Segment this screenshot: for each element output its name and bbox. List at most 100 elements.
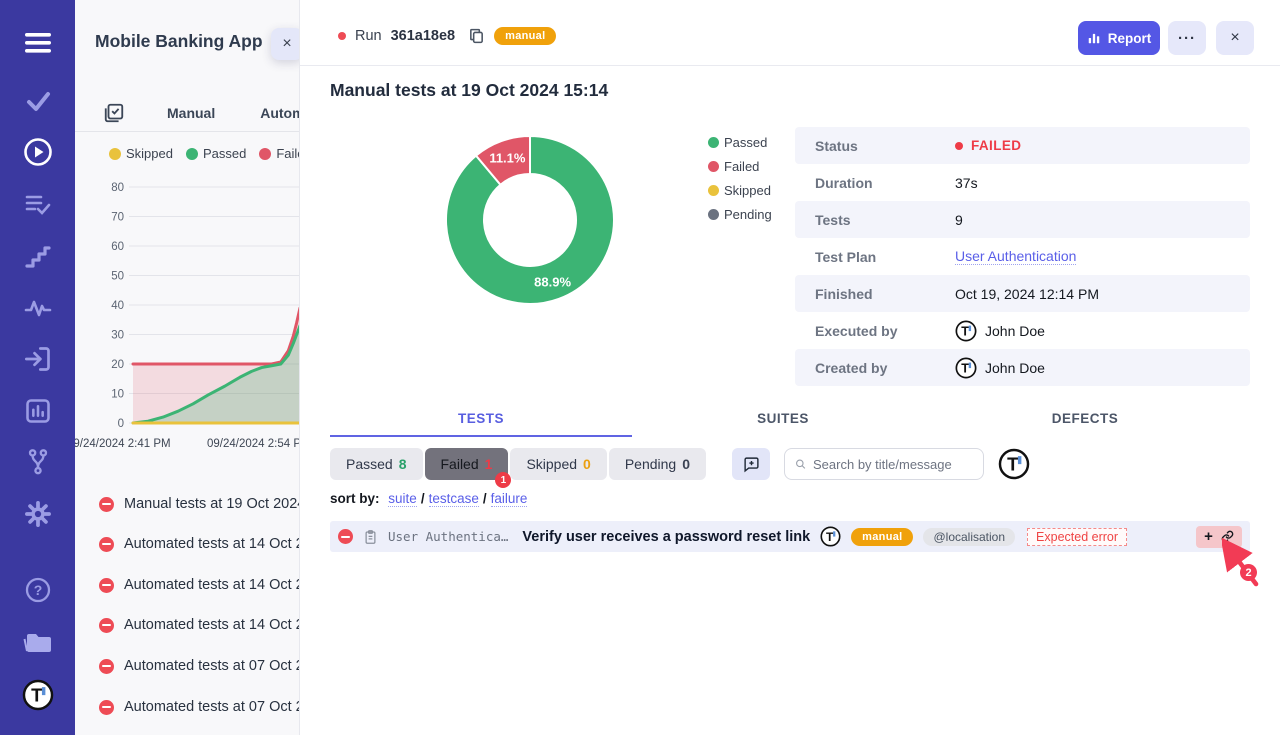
filter-bar: Passed8 Failed11 Skipped0 Pending0 T xyxy=(330,448,1030,480)
run-label: Run xyxy=(355,28,382,44)
test-type-badge: manual xyxy=(851,528,913,546)
message-plus-icon xyxy=(743,456,760,473)
failed-status-icon xyxy=(99,700,114,715)
tag-pill[interactable]: @localisation xyxy=(923,528,1015,546)
svg-text:11.1%: 11.1% xyxy=(489,151,526,166)
check-icon[interactable] xyxy=(0,86,75,116)
result-tab-bar: TESTS SUITES DEFECTS xyxy=(330,404,1236,437)
failed-status-icon xyxy=(99,578,114,593)
test-plan-link[interactable]: User Authentication xyxy=(955,248,1076,265)
menu-icon[interactable] xyxy=(0,28,75,58)
run-identifier: Run 361a18e8 manual xyxy=(338,27,556,45)
svg-text:30: 30 xyxy=(111,330,124,342)
test-title[interactable]: Verify user receives a password reset li… xyxy=(522,529,810,545)
user-avatar: T xyxy=(955,357,977,379)
sort-by-suite[interactable]: suite xyxy=(388,491,417,507)
clipboard-icon xyxy=(363,529,378,545)
ellipsis-icon: ··· xyxy=(1178,30,1196,47)
tab-manual[interactable]: Manual xyxy=(167,105,215,121)
failed-status-icon xyxy=(99,497,114,512)
annotation-arrow xyxy=(1222,538,1264,590)
run-list-item[interactable]: Automated tests at 14 Oct 2024 xyxy=(75,565,300,605)
copy-icon[interactable] xyxy=(468,27,485,45)
svg-text:70: 70 xyxy=(111,212,124,224)
failed-status-icon xyxy=(99,537,114,552)
error-label[interactable]: Expected error xyxy=(1027,528,1127,546)
x-axis-label: 09/24/2024 2:41 PM xyxy=(75,438,171,450)
run-list-item[interactable]: Automated tests at 07 Oct 2024 xyxy=(75,646,300,686)
detail-row-created-by: Created by T John Doe xyxy=(795,349,1250,386)
panel-close-button[interactable]: × xyxy=(271,28,300,60)
left-nav-rail: ? T xyxy=(0,0,75,735)
sort-controls: sort by: suite/testcase/failure xyxy=(330,491,527,506)
play-circle-icon[interactable] xyxy=(0,137,75,167)
project-panel: Mobile Banking App × Manual Automated Sk… xyxy=(75,0,300,735)
assignee-avatar[interactable]: T xyxy=(998,448,1030,480)
svg-text:88.9%: 88.9% xyxy=(534,275,571,290)
annotation-step-badge: 2 xyxy=(1240,564,1257,581)
list-check-icon[interactable] xyxy=(0,190,75,220)
run-list-item[interactable]: Automated tests at 07 Oct 2024 xyxy=(75,687,300,727)
folder-icon[interactable] xyxy=(0,627,75,657)
legend-passed: Passed xyxy=(708,135,772,150)
select-runs-icon[interactable] xyxy=(103,102,125,124)
legend-dot xyxy=(259,148,271,160)
test-result-row[interactable]: User Authentica… Verify user receives a … xyxy=(330,521,1250,552)
report-chart-icon xyxy=(1087,31,1101,45)
add-comment-button[interactable] xyxy=(732,448,770,480)
app-logo[interactable]: T xyxy=(0,678,75,712)
run-status-dot xyxy=(338,32,346,40)
svg-text:20: 20 xyxy=(111,359,124,371)
tab-tests[interactable]: TESTS xyxy=(330,404,632,437)
run-list-item[interactable]: Automated tests at 14 Oct 2024 xyxy=(75,605,300,645)
report-button[interactable]: Report xyxy=(1078,21,1160,55)
add-icon[interactable]: + xyxy=(1204,529,1213,544)
tab-suites[interactable]: SUITES xyxy=(632,404,934,437)
suite-name[interactable]: User Authentica… xyxy=(388,529,508,544)
search-input[interactable] xyxy=(813,457,973,472)
svg-text:T: T xyxy=(961,361,969,375)
legend-skipped: Skipped xyxy=(109,146,173,161)
filter-failed[interactable]: Failed11 xyxy=(425,448,509,480)
log-in-icon[interactable] xyxy=(0,344,75,374)
bar-chart-icon[interactable] xyxy=(0,396,75,426)
trend-area-chart: 01020304050607080 xyxy=(75,180,300,430)
run-detail-pane: Run 361a18e8 manual Report ··· × Manual … xyxy=(300,0,1280,735)
tab-automated[interactable]: Automated xyxy=(260,105,300,121)
filter-skipped[interactable]: Skipped0 xyxy=(510,448,606,480)
failed-status-icon xyxy=(338,529,353,544)
run-header-bar: Run 361a18e8 manual Report ··· × xyxy=(300,0,1280,66)
failed-status-icon xyxy=(99,618,114,633)
more-actions-button[interactable]: ··· xyxy=(1168,21,1206,55)
detail-row-duration: Duration37s xyxy=(795,164,1250,201)
status-value: FAILED xyxy=(971,138,1021,153)
run-list-item[interactable]: Manual tests at 19 Oct 2024 15:14 xyxy=(75,484,300,524)
detail-row-finished: FinishedOct 19, 2024 12:14 PM xyxy=(795,275,1250,312)
close-run-button[interactable]: × xyxy=(1216,21,1254,55)
failed-dot xyxy=(955,142,963,150)
sort-by-testcase[interactable]: testcase xyxy=(429,491,479,507)
legend-failed: Failed xyxy=(259,146,300,161)
executor-avatar: T xyxy=(820,526,841,547)
svg-text:T: T xyxy=(31,685,43,706)
gear-icon[interactable] xyxy=(0,499,75,529)
filter-passed[interactable]: Passed8 xyxy=(330,448,423,480)
filter-pending[interactable]: Pending0 xyxy=(609,448,706,480)
legend-failed: Failed xyxy=(708,159,772,174)
sort-by-failure[interactable]: failure xyxy=(491,491,528,507)
run-list-item[interactable]: Automated tests at 14 Oct 2024 xyxy=(75,524,300,564)
legend-passed: Passed xyxy=(186,146,246,161)
activity-icon[interactable] xyxy=(0,293,75,323)
help-icon[interactable]: ? xyxy=(0,575,75,605)
svg-text:40: 40 xyxy=(111,300,124,312)
trend-chart-legend: Skipped Passed Failed xyxy=(109,146,300,161)
search-field xyxy=(784,448,984,480)
app-root: ? T Mobile Banking App × Manual Automate… xyxy=(0,0,1280,735)
detail-row-test-plan: Test PlanUser Authentication xyxy=(795,238,1250,275)
tab-defects[interactable]: DEFECTS xyxy=(934,404,1236,437)
legend-skipped: Skipped xyxy=(708,183,772,198)
steps-icon[interactable] xyxy=(0,242,75,272)
failed-count-badge: 1 xyxy=(495,472,511,488)
donut-legend: Passed Failed Skipped Pending xyxy=(708,135,772,222)
branch-icon[interactable] xyxy=(0,447,75,477)
